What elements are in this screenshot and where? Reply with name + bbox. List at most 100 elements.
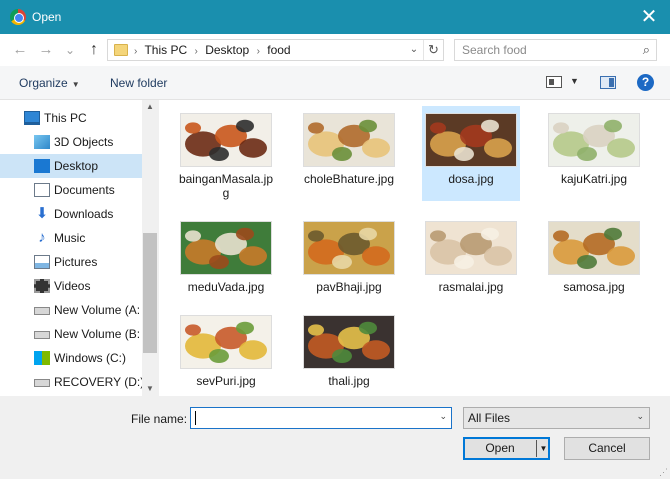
text-cursor: [195, 411, 196, 425]
file-name-label: File name:: [131, 412, 188, 426]
file-item[interactable]: sevPuri.jpg: [177, 308, 275, 403]
open-button-label: Open: [485, 441, 515, 455]
sidebar-item-label: Music: [54, 231, 86, 245]
open-options-caret-icon[interactable]: ▼: [538, 438, 549, 459]
recent-locations-button[interactable]: ⌄: [60, 40, 80, 60]
file-name-input[interactable]: [194, 410, 430, 426]
open-file-dialog: Open ✕ ← → ⌄ ↑ › This PC › Desktop › foo…: [0, 0, 670, 479]
file-item[interactable]: samosa.jpg: [545, 214, 643, 309]
file-item[interactable]: choleBhature.jpg: [300, 106, 398, 201]
image-thumbnail: [181, 316, 271, 368]
sidebar-item-label: Pictures: [54, 255, 98, 269]
image-thumbnail: [181, 222, 271, 274]
back-button[interactable]: ←: [10, 40, 30, 60]
file-name: rasmalai.jpg: [438, 280, 504, 294]
breadcrumb-desktop[interactable]: Desktop: [205, 43, 249, 57]
sidebar-item[interactable]: ⬇ Downloads: [0, 202, 142, 226]
breadcrumb-food[interactable]: food: [267, 43, 290, 57]
file-item[interactable]: meduVada.jpg: [177, 214, 275, 309]
file-item[interactable]: kajuKatri.jpg: [545, 106, 643, 201]
file-name: thali.jpg: [328, 374, 370, 388]
sidebar-item[interactable]: 3D Objects: [0, 130, 142, 154]
caret-down-icon: ▼: [71, 80, 80, 89]
resize-grip-icon[interactable]: ⋰: [658, 467, 668, 477]
image-thumbnail: [549, 114, 639, 166]
file-item[interactable]: rasmalai.jpg: [422, 214, 520, 309]
folder-icon: [114, 44, 128, 56]
close-button[interactable]: ✕: [636, 4, 662, 30]
file-name: dosa.jpg: [448, 172, 494, 186]
file-item[interactable]: bainganMasala.jpg: [177, 106, 275, 201]
navigation-pane-scrollbar[interactable]: ▲ ▼: [142, 100, 158, 396]
chevron-down-icon[interactable]: ⌄: [407, 42, 421, 58]
drive-icon: [34, 307, 50, 315]
new-folder-button[interactable]: New folder: [110, 76, 167, 90]
sidebar-item[interactable]: New Volume (A:: [0, 298, 142, 322]
file-type-filter-value: All Files: [468, 411, 511, 425]
sidebar-item[interactable]: Desktop: [0, 154, 142, 178]
change-view-icon[interactable]: [546, 76, 562, 88]
sidebar-item[interactable]: Windows (C:): [0, 346, 142, 370]
file-item[interactable]: thali.jpg: [300, 308, 398, 403]
breadcrumb-separator: ›: [134, 46, 138, 57]
sidebar-item[interactable]: Pictures: [0, 250, 142, 274]
chevron-down-icon: ⌄: [636, 411, 644, 421]
3d-objects-icon: [34, 135, 50, 149]
sidebar-item-label: Desktop: [54, 159, 99, 173]
computer-icon: [24, 111, 40, 125]
sidebar-item-label: This PC: [44, 111, 87, 125]
file-item[interactable]: pavBhaji.jpg: [300, 214, 398, 309]
file-name: sevPuri.jpg: [196, 374, 256, 388]
sidebar-item-label: Documents: [54, 183, 115, 197]
address-bar[interactable]: › This PC › Desktop › food ⌄ ↻: [107, 39, 444, 61]
file-name: meduVada.jpg: [187, 280, 265, 294]
file-name: kajuKatri.jpg: [560, 172, 628, 186]
search-box: ⌕: [454, 39, 657, 61]
organize-button[interactable]: Organize ▼: [19, 76, 80, 90]
file-item[interactable]: dosa.jpg: [422, 106, 520, 201]
breadcrumb-separator: ›: [194, 46, 198, 57]
file-type-filter-select[interactable]: All Files ⌄: [463, 407, 650, 429]
drive-icon: [34, 379, 50, 387]
file-name: samosa.jpg: [563, 280, 625, 294]
refresh-icon[interactable]: ↻: [423, 40, 443, 60]
sidebar-item[interactable]: ♪ Music: [0, 226, 142, 250]
sidebar-item-label: Videos: [54, 279, 91, 293]
cancel-button[interactable]: Cancel: [564, 437, 650, 460]
scroll-down-arrow-icon[interactable]: ▼: [142, 384, 158, 393]
split-divider: [536, 440, 537, 457]
search-icon[interactable]: ⌕: [643, 42, 650, 58]
scroll-up-arrow-icon[interactable]: ▲: [142, 102, 158, 111]
file-name: bainganMasala.jpg: [178, 172, 274, 200]
image-thumbnail: [304, 222, 394, 274]
dialog-footer: File name: ⌄ All Files ⌄ Open ▼ Cancel ⋰: [0, 396, 670, 479]
help-button[interactable]: ?: [637, 74, 654, 91]
file-name: choleBhature.jpg: [303, 172, 395, 186]
sidebar-item[interactable]: Videos: [0, 274, 142, 298]
sidebar-item[interactable]: Documents: [0, 178, 142, 202]
view-options-caret-icon[interactable]: ▼: [570, 76, 579, 86]
up-folder-button[interactable]: ↑: [84, 40, 104, 60]
chevron-down-icon[interactable]: ⌄: [439, 411, 447, 422]
sidebar-item[interactable]: This PC: [0, 106, 142, 130]
scrollbar-thumb[interactable]: [143, 233, 157, 353]
organize-label: Organize: [19, 76, 68, 90]
desktop-icon: [34, 159, 50, 173]
forward-button[interactable]: →: [36, 40, 56, 60]
image-thumbnail: [304, 316, 394, 368]
chrome-icon: [10, 9, 26, 25]
image-thumbnail: [304, 114, 394, 166]
file-list-view: bainganMasala.jpg choleBhature.jpg dosa.jp…: [159, 100, 670, 396]
preview-pane-icon[interactable]: [600, 76, 616, 89]
breadcrumb: › This PC › Desktop › food: [134, 43, 295, 57]
videos-icon: [34, 279, 50, 293]
sidebar-item[interactable]: RECOVERY (D:): [0, 370, 145, 394]
image-thumbnail: [426, 114, 516, 166]
search-input[interactable]: [462, 42, 632, 58]
sidebar-item[interactable]: New Volume (B:: [0, 322, 142, 346]
sidebar-item-label: RECOVERY (D:): [54, 375, 145, 389]
breadcrumb-this-pc[interactable]: This PC: [144, 43, 187, 57]
image-thumbnail: [426, 222, 516, 274]
file-name-combobox: ⌄: [190, 407, 452, 429]
open-button[interactable]: Open ▼: [463, 437, 550, 460]
